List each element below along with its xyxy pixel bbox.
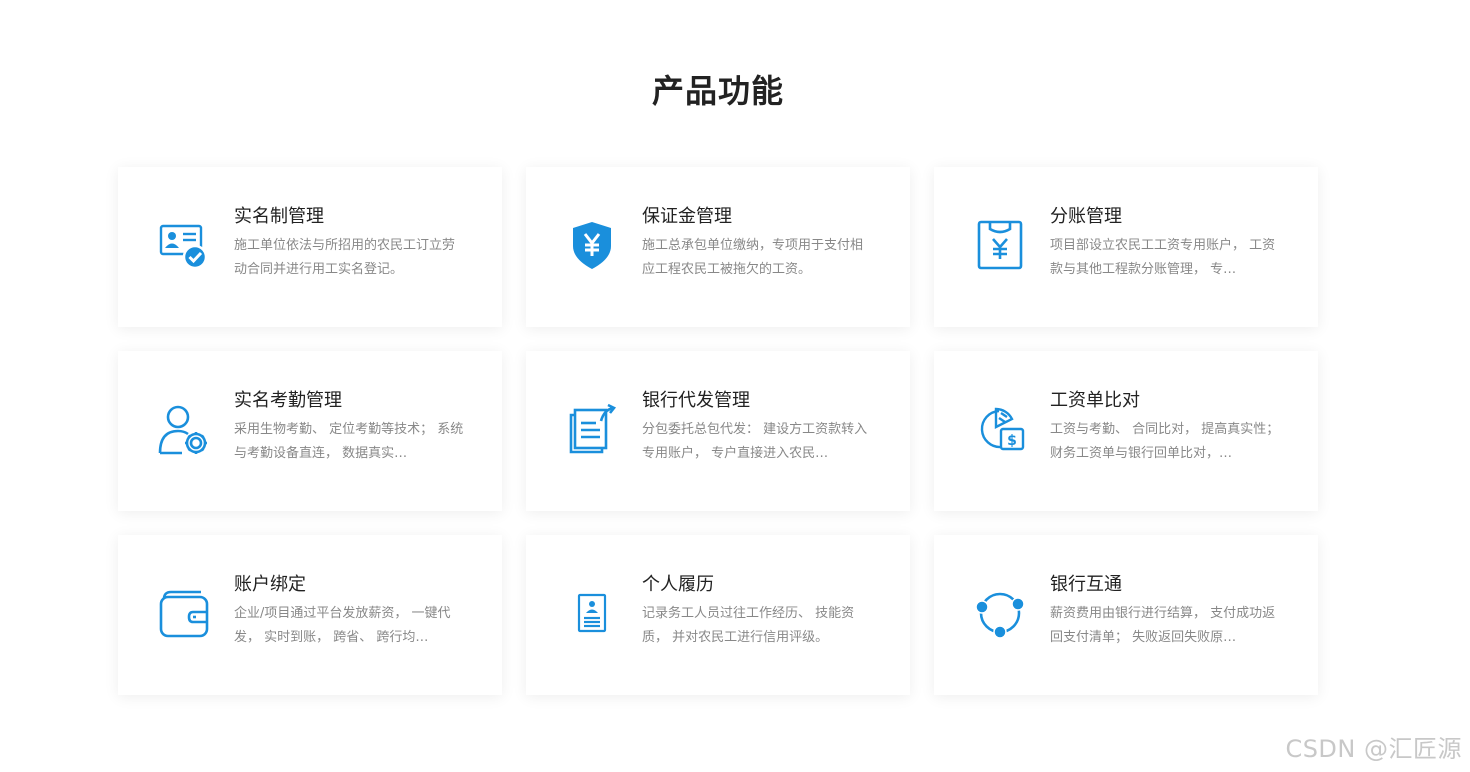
card-title: 账户绑定 <box>234 574 306 595</box>
card-description: 施工总承包单位缴纳，专项用于支付相 应工程农民工被拖欠的工资。 <box>642 238 864 277</box>
feature-card-real-name[interactable]: 实名制管理 施工单位依法与所招用的农民工订立劳 动合同并进行用工实名登记。 <box>118 167 502 327</box>
documents-share-icon <box>566 403 618 455</box>
card-description: 采用生物考勤、 定位考勤等技术； 系统 与考勤设备直连， 数据真实… <box>234 422 464 461</box>
feature-card-payslip-compare[interactable]: $ 工资单比对 工资与考勤、 合同比对， 提高真实性； 财务工资单与银行回单比对… <box>934 351 1318 511</box>
feature-card-deposit[interactable]: 保证金管理 施工总承包单位缴纳，专项用于支付相 应工程农民工被拖欠的工资。 <box>526 167 910 327</box>
user-gear-icon <box>158 403 210 455</box>
yen-document-icon <box>974 219 1026 271</box>
card-title: 实名考勤管理 <box>234 390 342 411</box>
card-title: 工资单比对 <box>1050 390 1140 411</box>
network-nodes-icon <box>974 587 1026 639</box>
feature-card-account-binding[interactable]: 账户绑定 企业/项目通过平台发放薪资， 一键代发， 实时到账， 跨省、 跨行均… <box>118 535 502 695</box>
resume-icon <box>566 587 618 639</box>
feature-card-resume[interactable]: 个人履历 记录务工人员过往工作经历、 技能资质， 并对农民工进行信用评级。 <box>526 535 910 695</box>
page-title: 产品功能 <box>651 72 784 110</box>
feature-card-attendance[interactable]: 实名考勤管理 采用生物考勤、 定位考勤等技术； 系统 与考勤设备直连， 数据真实… <box>118 351 502 511</box>
svg-text:$: $ <box>1007 433 1017 449</box>
card-title: 保证金管理 <box>642 206 732 227</box>
card-title: 实名制管理 <box>234 206 324 227</box>
wallet-icon <box>158 587 210 639</box>
feature-card-split-account[interactable]: 分账管理 项目部设立农民工工资专用账户， 工资 款与其他工程款分账管理， 专… <box>934 167 1318 327</box>
watermark: CSDN @汇匠源 <box>1285 735 1462 763</box>
card-description: 记录务工人员过往工作经历、 技能资质， 并对农民工进行信用评级。 <box>642 606 855 645</box>
card-title: 分账管理 <box>1050 206 1122 227</box>
pie-chart-dollar-icon: $ <box>974 403 1026 455</box>
id-card-check-icon <box>158 219 210 271</box>
card-description: 施工单位依法与所招用的农民工订立劳 动合同并进行用工实名登记。 <box>234 238 456 277</box>
card-description: 工资与考勤、 合同比对， 提高真实性； 财务工资单与银行回单比对，… <box>1050 422 1280 461</box>
feature-card-bank-payroll[interactable]: 银行代发管理 分包委托总包代发： 建设方工资款转入 专用账户， 专户直接进入农民… <box>526 351 910 511</box>
feature-card-bank-interconnect[interactable]: 银行互通 薪资费用由银行进行结算， 支付成功返 回支付清单； 失败返回失败原… <box>934 535 1318 695</box>
card-description: 分包委托总包代发： 建设方工资款转入 专用账户， 专户直接进入农民… <box>642 422 868 461</box>
card-title: 个人履历 <box>642 574 714 595</box>
card-title: 银行互通 <box>1050 574 1122 595</box>
feature-grid: 实名制管理 施工单位依法与所招用的农民工订立劳 动合同并进行用工实名登记。 保证… <box>118 167 1318 695</box>
card-description: 薪资费用由银行进行结算， 支付成功返 回支付清单； 失败返回失败原… <box>1050 606 1276 645</box>
shield-yen-icon <box>566 219 618 271</box>
card-title: 银行代发管理 <box>642 390 750 411</box>
card-description: 企业/项目通过平台发放薪资， 一键代发， 实时到账， 跨省、 跨行均… <box>234 606 451 645</box>
card-description: 项目部设立农民工工资专用账户， 工资 款与其他工程款分账管理， 专… <box>1050 238 1276 277</box>
